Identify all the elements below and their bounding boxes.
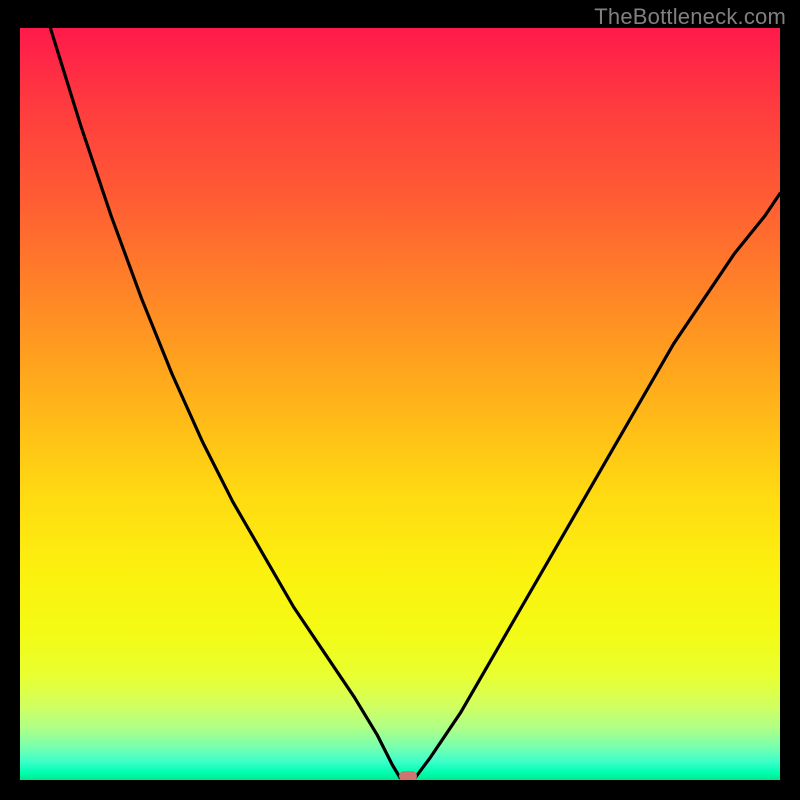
- bottleneck-curve: [20, 28, 780, 780]
- optimal-marker: [399, 771, 417, 780]
- plot-area: [20, 28, 780, 780]
- watermark-text: TheBottleneck.com: [594, 4, 786, 30]
- chart-frame: TheBottleneck.com: [0, 0, 800, 800]
